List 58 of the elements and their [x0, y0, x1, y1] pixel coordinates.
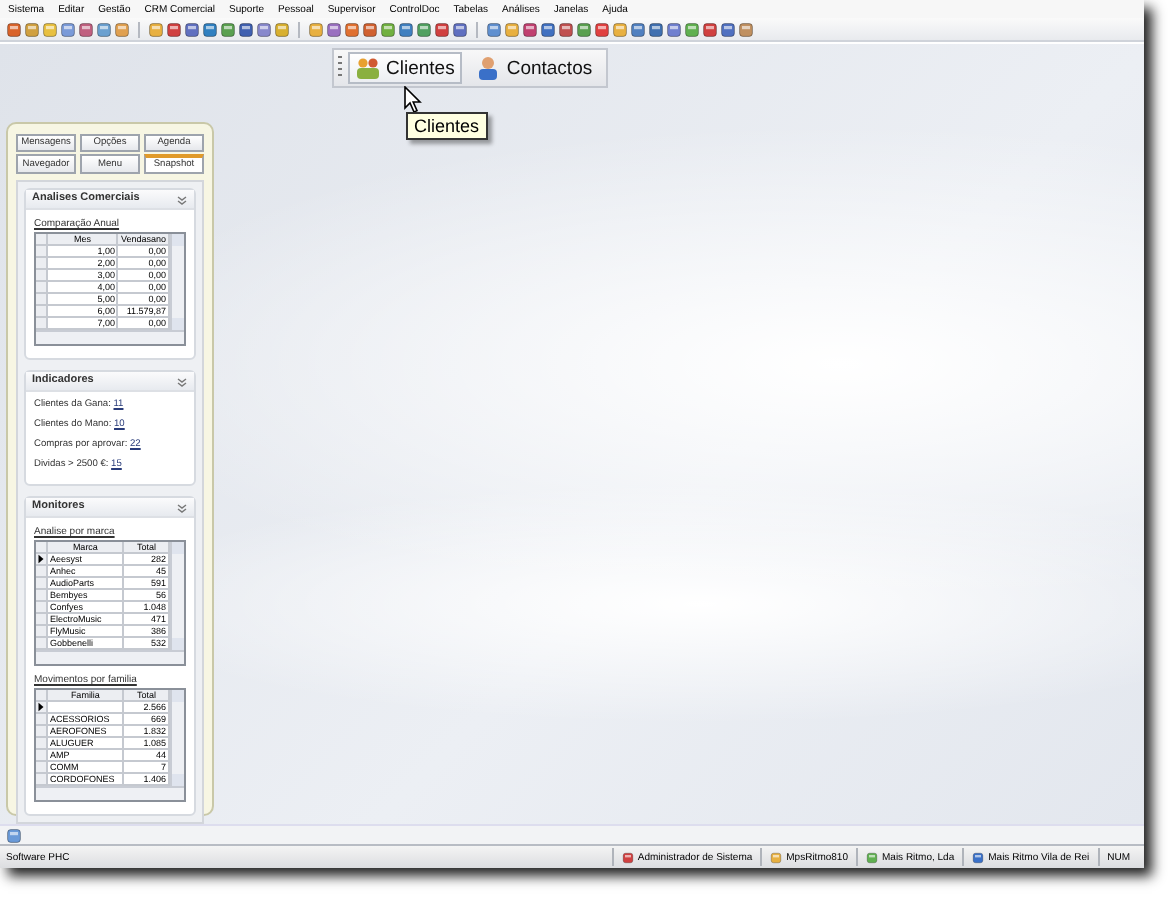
toolbar-icon[interactable] [6, 21, 22, 37]
row-pointer-icon [36, 554, 46, 564]
cursor-icon [404, 86, 422, 114]
toolbar-button[interactable]: Clientes [348, 52, 463, 84]
toolbar-icon[interactable] [380, 21, 396, 37]
status-icon [866, 851, 878, 863]
toolbar-icon[interactable] [114, 21, 130, 37]
toolbar-icon[interactable] [344, 21, 360, 37]
toolbar-icon[interactable] [576, 21, 592, 37]
row-header[interactable] [36, 554, 48, 566]
table-cell [48, 702, 125, 714]
toolbar-icon[interactable] [416, 21, 432, 37]
toolbar-icon[interactable] [630, 21, 646, 37]
toolbar-icon[interactable] [60, 21, 76, 37]
status-icon [972, 851, 985, 863]
people-icon [356, 56, 380, 80]
toolbar-icon[interactable] [666, 21, 682, 37]
toolbar-icon[interactable] [738, 21, 754, 37]
vertical-scrollbar[interactable] [170, 542, 184, 650]
collapse-icon[interactable] [176, 501, 188, 513]
toolbar-icon[interactable] [6, 827, 22, 843]
row-pointer-icon [36, 702, 46, 712]
toolbar-icon[interactable] [256, 21, 272, 37]
collapse-icon[interactable] [176, 193, 188, 205]
toolbar-icon[interactable] [720, 21, 736, 37]
horizontal-scrollbar[interactable] [36, 330, 184, 344]
toolbar-icon[interactable] [78, 21, 94, 37]
toolbar-icon[interactable] [398, 21, 414, 37]
toolbar-icon[interactable] [238, 21, 254, 37]
vertical-scrollbar[interactable] [170, 690, 184, 786]
toolbar-button[interactable]: Contactos [468, 52, 601, 84]
horizontal-scrollbar[interactable] [36, 650, 184, 664]
status-icon [621, 851, 634, 863]
toolbar-icon[interactable] [540, 21, 556, 37]
toolbar-icon[interactable] [558, 21, 574, 37]
toolbar-icon[interactable] [648, 21, 664, 37]
toolbar-icon[interactable] [24, 21, 40, 37]
toolbar-icon[interactable] [96, 21, 112, 37]
toolbar-icon[interactable] [486, 21, 502, 37]
toolbar-icon[interactable] [166, 21, 182, 37]
toolbar-icon[interactable] [326, 21, 342, 37]
toolbar-icon[interactable] [202, 21, 218, 37]
status-icon [770, 851, 783, 863]
vertical-scrollbar[interactable] [170, 234, 184, 330]
toolbar-icon[interactable] [452, 21, 468, 37]
toolbar-icon[interactable] [522, 21, 538, 37]
toolbar-icon[interactable] [220, 21, 236, 37]
toolbar-icon[interactable] [184, 21, 200, 37]
toolbar-icon[interactable] [702, 21, 718, 37]
row-header[interactable] [36, 702, 48, 714]
person-icon [476, 56, 501, 80]
toolbar-icon[interactable] [362, 21, 378, 37]
toolbar-icon[interactable] [684, 21, 700, 37]
toolbar-icon[interactable] [594, 21, 610, 37]
toolbar-icon[interactable] [434, 21, 450, 37]
tooltip: Clientes [406, 112, 488, 140]
horizontal-scrollbar[interactable] [36, 786, 184, 800]
collapse-icon[interactable] [176, 375, 188, 387]
